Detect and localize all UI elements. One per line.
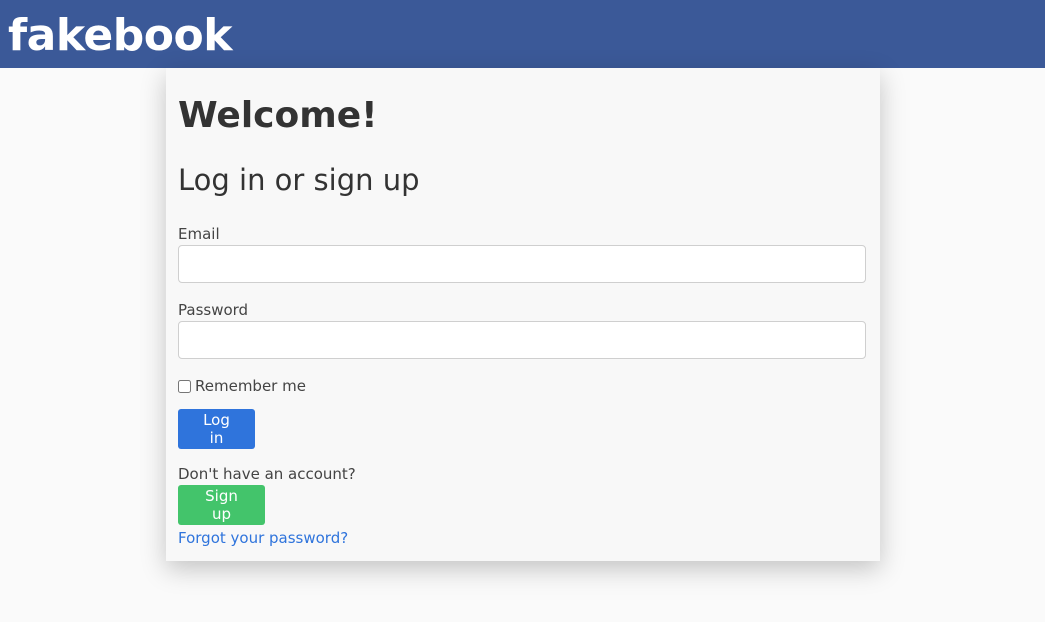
remember-me-label: Remember me bbox=[195, 377, 306, 395]
signup-button[interactable]: Sign up bbox=[178, 485, 265, 525]
email-input[interactable] bbox=[178, 245, 866, 283]
email-label: Email bbox=[178, 225, 220, 243]
welcome-heading: Welcome! bbox=[178, 95, 378, 136]
login-card: Welcome! Log in or sign up Email Passwor… bbox=[166, 68, 880, 561]
password-label: Password bbox=[178, 301, 249, 319]
no-account-text: Don't have an account? bbox=[178, 465, 356, 483]
top-bar: fakebook bbox=[0, 0, 1045, 68]
login-button[interactable]: Log in bbox=[178, 409, 255, 449]
remember-me-row: Remember me bbox=[178, 376, 306, 396]
brand-logo[interactable]: fakebook bbox=[8, 8, 232, 64]
forgot-password-link[interactable]: Forgot your password? bbox=[178, 528, 348, 548]
remember-me-checkbox[interactable] bbox=[178, 379, 191, 393]
password-input[interactable] bbox=[178, 321, 866, 359]
login-subtitle: Log in or sign up bbox=[178, 163, 420, 197]
